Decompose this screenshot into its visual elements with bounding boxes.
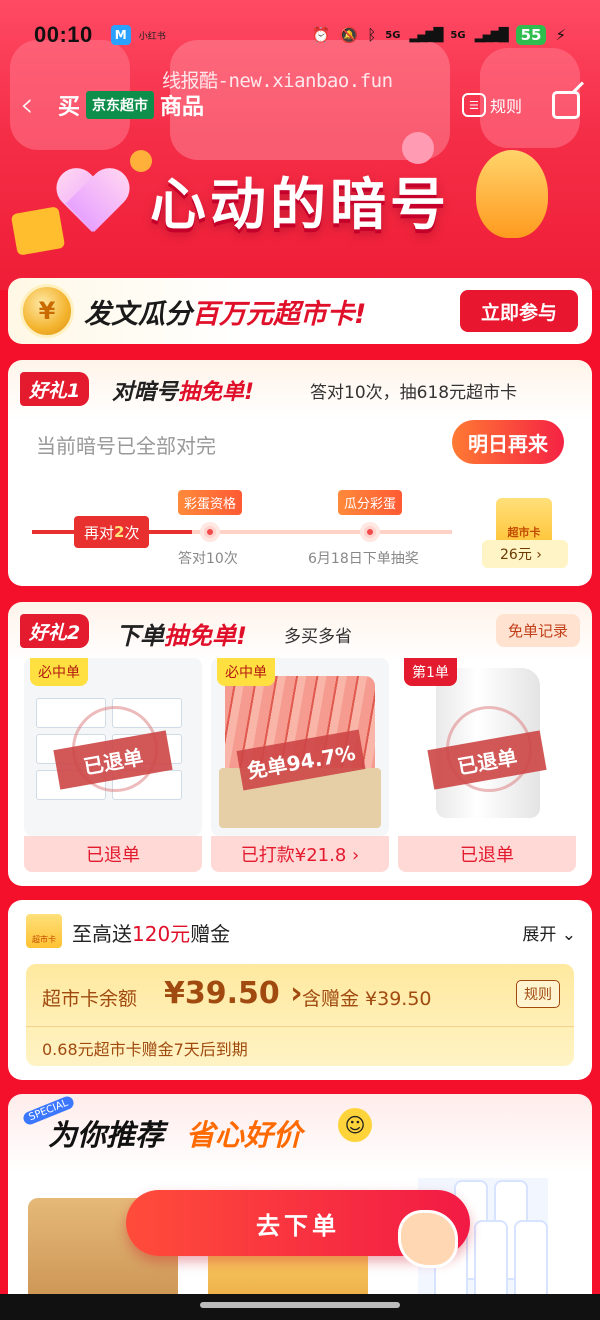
top-nav: ‹ 买 京东超市 商品 ☰ 规则 <box>0 80 600 130</box>
gift1-title-black: 对暗号 <box>112 380 179 405</box>
app-notification-icon: M <box>110 25 131 45</box>
milestone1-tag: 彩蛋资格 <box>178 490 243 515</box>
progress-suffix: 次 <box>124 523 140 542</box>
product-corner-tag: 必中单 <box>30 658 88 686</box>
signal-icon: ▂▄▆█ <box>474 27 509 43</box>
status-bar: 00:10 M 小红书 ⏰ 🔕 ᛒ 5G ▂▄▆█ 5G ▂▄▆█ 55 ⚡ <box>0 0 600 70</box>
gift2-title-red: 抽免单! <box>164 622 247 650</box>
product-card[interactable]: 已退单 第1单 已退单 <box>398 658 576 876</box>
status-time: 00:10 <box>34 22 93 47</box>
bonus-prefix: 至高送 <box>72 922 132 946</box>
nav-buy-label: 买 <box>58 95 81 120</box>
app-notification-label: 小红书 <box>138 31 166 42</box>
expand-button[interactable]: 展开 ⌄ <box>522 920 576 945</box>
nav-goods-label: 商品 <box>160 95 205 120</box>
gift1-title-red: 抽免单! <box>178 380 255 405</box>
gift2-subtitle: 多买多省 <box>284 627 352 647</box>
home-indicator-bar <box>0 1294 600 1320</box>
bonus-included: 含赠金 ¥39.50 <box>302 988 432 1010</box>
market-card-amount[interactable]: 26元 › <box>482 540 568 568</box>
promo-text: 发文瓜分 <box>84 298 192 330</box>
gift2-tag: 好礼2 <box>20 614 90 648</box>
progress-prefix: 再对 <box>84 523 115 542</box>
bonus-amount: 120元 <box>132 922 191 946</box>
product-corner-tag: 第1单 <box>404 658 457 686</box>
bonus-title: 至高送120元赠金 <box>72 918 230 947</box>
come-back-tomorrow-button[interactable]: 明日再来 <box>452 420 564 464</box>
network-type-2: 5G <box>450 29 466 41</box>
bonus-suffix: 赠金 <box>190 922 231 946</box>
brand-badge: 京东超市 <box>86 91 155 119</box>
pointing-hand-icon <box>398 1210 458 1268</box>
market-card-icon: 超市卡 <box>26 914 62 948</box>
free-order-records-button[interactable]: 免单记录 <box>495 614 580 647</box>
product-corner-tag: 必中单 <box>217 658 275 686</box>
share-icon[interactable] <box>552 91 580 119</box>
rules-button[interactable]: ☰ 规则 <box>461 93 522 117</box>
milestone2-tag: 瓜分彩蛋 <box>338 490 403 515</box>
rules-label: 规则 <box>489 97 522 116</box>
product-card[interactable]: 免单94.7% 必中单 已打款¥21.8 › <box>211 658 389 876</box>
coin-icon: ¥ <box>20 284 74 338</box>
product-card[interactable]: 已退单 必中单 已退单 <box>24 658 202 876</box>
home-indicator[interactable] <box>200 1302 400 1308</box>
milestone2-node <box>360 522 380 542</box>
gift2-title-black: 下单 <box>116 622 164 650</box>
progress-pill: 再对 2 次 <box>74 516 150 548</box>
product-status[interactable]: 已退单 <box>398 836 576 872</box>
bluetooth-icon: ᛒ <box>367 26 377 44</box>
join-now-button[interactable]: 立即参与 <box>460 290 578 332</box>
product-status[interactable]: 已打款¥21.8 › <box>211 836 389 872</box>
balance-amount[interactable]: ¥39.50 › <box>164 976 303 1011</box>
gift1-subtitle: 答对10次，抽618元超市卡 <box>310 383 518 403</box>
product-status[interactable]: 已退单 <box>24 836 202 872</box>
progress-count: 2 <box>114 523 125 541</box>
smile-icon: ☺ <box>338 1108 372 1142</box>
recommend-title: 为你推荐 <box>48 1118 165 1152</box>
market-card-reward: 超市卡 26元 › <box>482 498 568 568</box>
recommend-subtitle: 省心好价 <box>186 1118 303 1152</box>
alarm-icon: ⏰ <box>311 26 331 44</box>
promo-highlight: 百万元超市卡! <box>192 298 367 330</box>
back-icon[interactable]: ‹ <box>20 85 50 125</box>
gift2-title: 下单抽免单! <box>116 616 247 651</box>
expiry-notice: 0.68元超市卡赠金7天后到期 <box>42 1040 248 1059</box>
battery-level: 55 <box>515 25 547 45</box>
status-icons: ⏰ 🔕 ᛒ 5G ▂▄▆█ 5G ▂▄▆█ 55 ⚡ <box>312 25 566 45</box>
milestone1-node <box>200 522 220 542</box>
signal-icon: ▂▄▆█ <box>409 27 443 43</box>
balance-label: 超市卡余额 <box>42 988 138 1010</box>
gift1-card: 好礼1 对暗号抽免单! 答对10次，抽618元超市卡 当前暗号已全部对完 明日再… <box>8 360 592 586</box>
balance-rules-button[interactable]: 规则 <box>516 980 560 1008</box>
gift1-tag: 好礼1 <box>20 372 90 406</box>
market-card-balance: 超市卡 至高送120元赠金 展开 ⌄ 超市卡余额 ¥39.50 › 含赠金 ¥3… <box>8 900 592 1080</box>
gift1-status: 当前暗号已全部对完 <box>36 434 216 458</box>
rules-icon: ☰ <box>461 93 486 117</box>
milestone2-label: 6月18日下单抽奖 <box>308 551 419 567</box>
gift2-card: 好礼2 下单抽免单! 多买多省 免单记录 已退单 必中单 已退单 免单94.7%… <box>8 602 592 886</box>
charging-icon: ⚡ <box>555 26 566 44</box>
hero-title: 心动的暗号 <box>150 173 450 238</box>
gift1-title: 对暗号抽免单! <box>112 374 254 406</box>
milestone1-label: 答对10次 <box>178 551 238 567</box>
mute-icon: 🔕 <box>339 26 359 44</box>
promo-card: ¥ 发文瓜分 百万元超市卡! 立即参与 <box>8 278 592 344</box>
network-type-1: 5G <box>385 29 401 41</box>
balance-panel: 超市卡余额 ¥39.50 › 含赠金 ¥39.50 规则 0.68元超市卡赠金7… <box>26 964 574 1066</box>
panel-divider <box>26 1026 574 1027</box>
